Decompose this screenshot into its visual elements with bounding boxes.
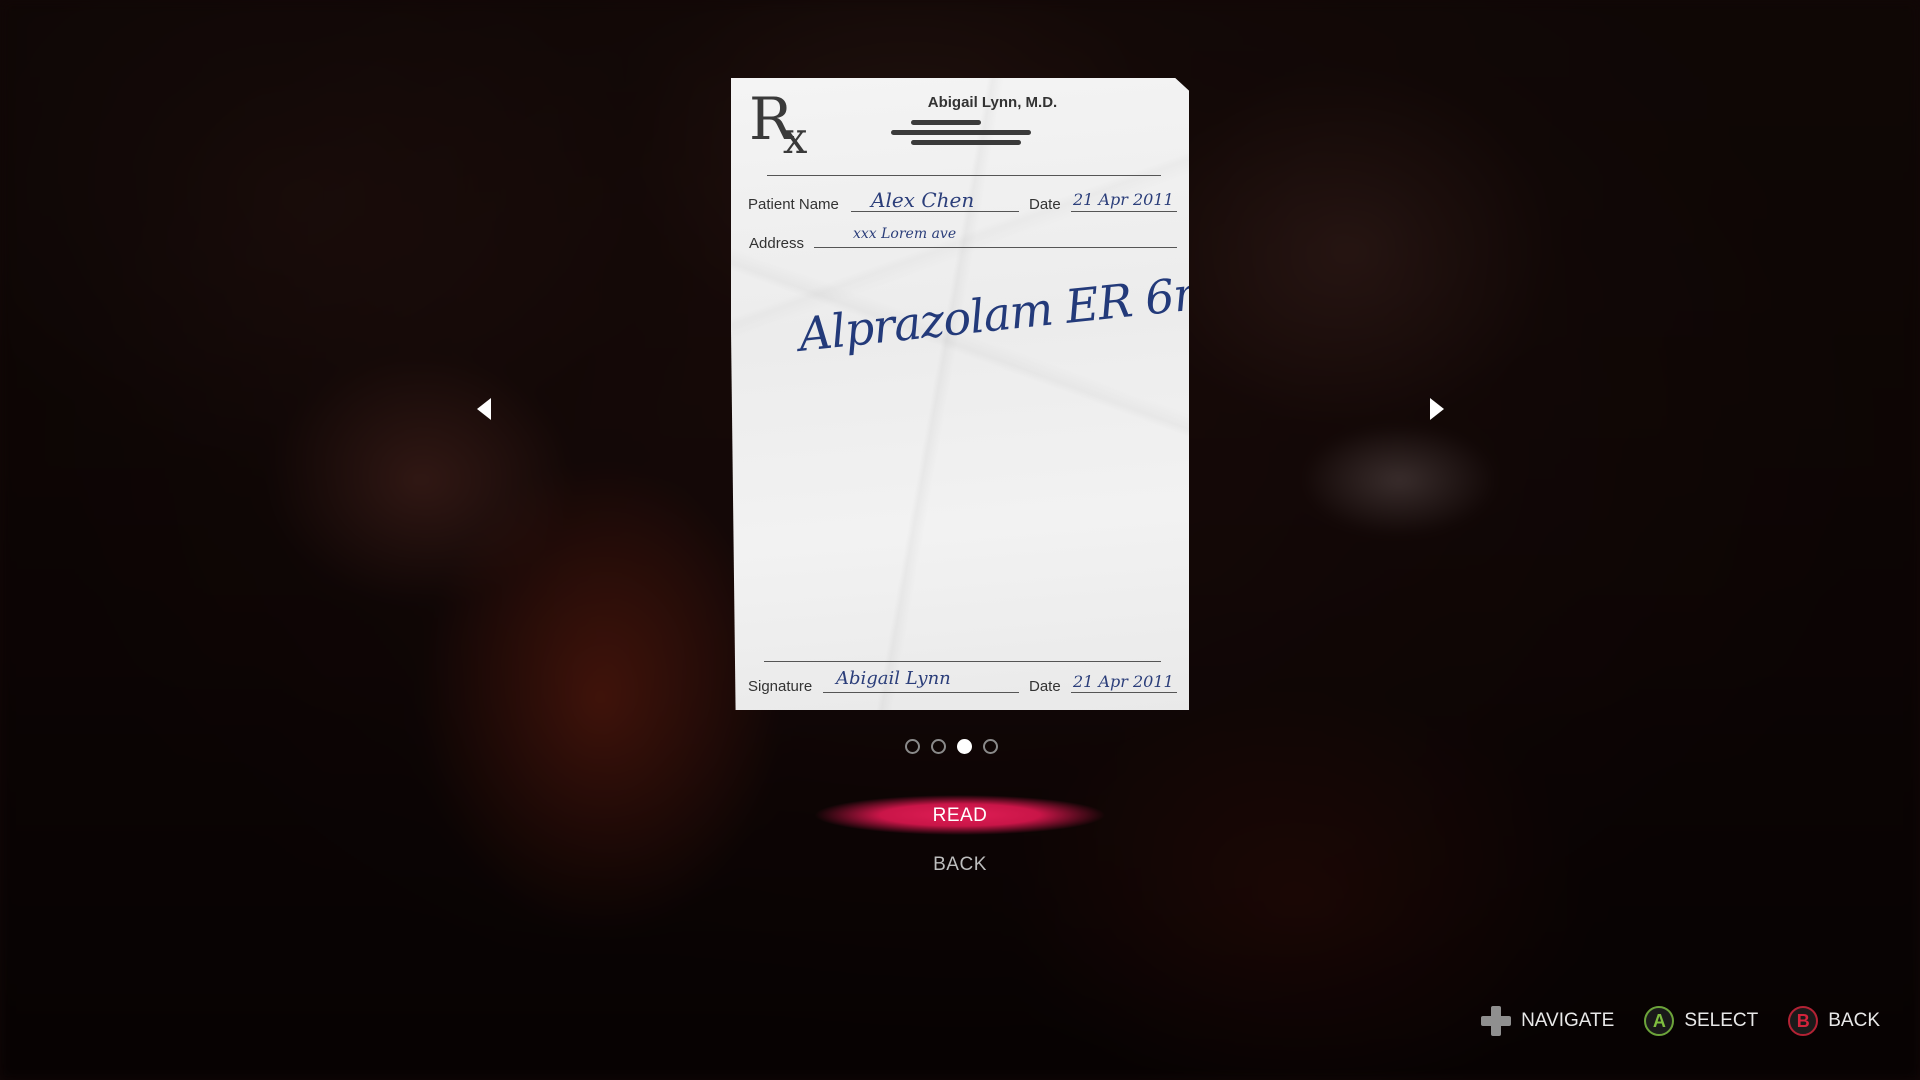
address-value: xxx Lorem ave: [853, 226, 957, 242]
next-arrow-icon[interactable]: [1430, 398, 1444, 420]
select-label: SELECT: [1684, 1010, 1759, 1031]
back-hint-label: BACK: [1828, 1010, 1880, 1031]
read-button[interactable]: READ: [860, 805, 1060, 827]
select-hint[interactable]: A SELECT: [1644, 1006, 1758, 1036]
previous-arrow-icon[interactable]: [477, 398, 491, 420]
rx-letter-x: x: [782, 113, 808, 164]
address-line: [814, 247, 1177, 248]
date-label: Date: [1029, 196, 1061, 213]
patient-name-value: Alex Chen: [871, 188, 975, 212]
signature-date-line: [1071, 692, 1177, 693]
address-label: Address: [749, 235, 805, 252]
page-dot: [905, 739, 920, 754]
page-dot: [957, 739, 972, 754]
signature-date-label: Date: [1029, 678, 1061, 695]
doctor-address-redacted: [891, 120, 1041, 150]
header-rule: [767, 175, 1161, 176]
back-button[interactable]: BACK: [860, 854, 1060, 876]
b-button-icon: B: [1788, 1006, 1819, 1036]
signature-rule: [764, 661, 1161, 662]
page-indicator: [905, 739, 998, 754]
patient-name-label: Patient Name: [748, 196, 839, 213]
date-line: [1071, 211, 1177, 212]
navigate-hint: NAVIGATE: [1481, 1006, 1614, 1036]
doctor-name: Abigail Lynn, M.D.: [927, 94, 1058, 111]
prescription-note: Rx Abigail Lynn, M.D. Patient Name Alex …: [731, 78, 1189, 710]
back-hint[interactable]: B BACK: [1788, 1006, 1880, 1036]
signature-date-value: 21 Apr 2011: [1073, 672, 1174, 691]
page-dot: [931, 739, 946, 754]
signature-value: Abigail Lynn: [836, 668, 951, 689]
date-value: 21 Apr 2011: [1073, 190, 1174, 209]
signature-line: [823, 692, 1019, 693]
medication-handwriting: Alprazolam ER 6mg: [796, 261, 1247, 362]
controller-hints: NAVIGATE A SELECT B BACK: [1481, 1006, 1880, 1036]
dpad-icon: [1481, 1006, 1512, 1036]
a-button-icon: A: [1644, 1006, 1675, 1036]
signature-label: Signature: [748, 678, 813, 695]
navigate-label: NAVIGATE: [1521, 1010, 1615, 1031]
page-dot: [983, 739, 998, 754]
